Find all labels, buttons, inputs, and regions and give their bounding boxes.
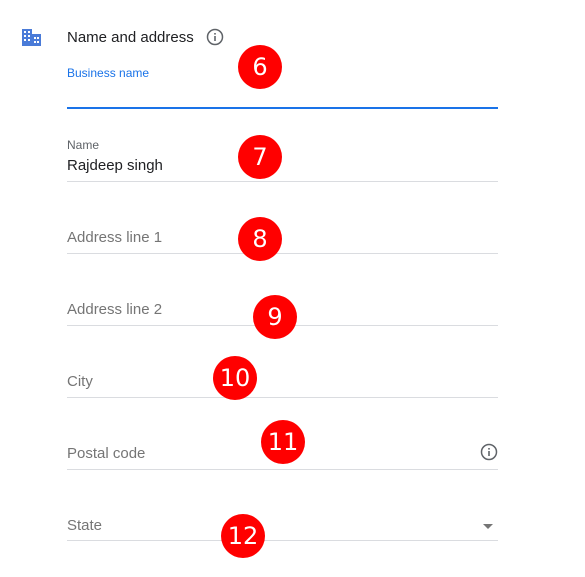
annotation-badge: 10 — [213, 356, 257, 400]
city-underline — [67, 397, 498, 398]
state-dropdown[interactable]: State — [67, 510, 498, 542]
annotation-badge: 8 — [238, 217, 282, 261]
city-field[interactable]: City — [67, 366, 498, 398]
state-placeholder: State — [67, 517, 103, 534]
address-line-1-underline — [67, 253, 498, 254]
annotation-badge: 6 — [238, 45, 282, 89]
building-icon — [22, 29, 41, 46]
name-field[interactable]: Name Rajdeep singh — [67, 133, 498, 183]
postal-code-placeholder: Postal code — [67, 445, 146, 462]
info-icon[interactable] — [480, 443, 498, 461]
annotation-badge: 9 — [253, 295, 297, 339]
info-icon[interactable] — [206, 28, 224, 46]
business-name-field[interactable]: Business name — [67, 60, 498, 110]
address-line-2-placeholder: Address line 2 — [67, 301, 163, 318]
postal-code-underline — [67, 469, 498, 470]
state-underline — [67, 540, 498, 541]
business-name-label: Business name — [67, 66, 150, 80]
caret-down-icon[interactable] — [483, 524, 493, 529]
business-name-underline — [67, 107, 498, 109]
address-line-1-placeholder: Address line 1 — [67, 229, 163, 246]
annotation-badge: 12 — [221, 514, 265, 558]
city-placeholder: City — [67, 373, 93, 390]
name-value: Rajdeep singh — [67, 157, 163, 174]
name-label: Name — [67, 138, 100, 152]
name-underline — [67, 181, 498, 182]
address-line-1-field[interactable]: Address line 1 — [67, 222, 498, 254]
section-title: Name and address — [67, 29, 194, 46]
annotation-badge: 11 — [261, 420, 305, 464]
annotation-badge: 7 — [238, 135, 282, 179]
